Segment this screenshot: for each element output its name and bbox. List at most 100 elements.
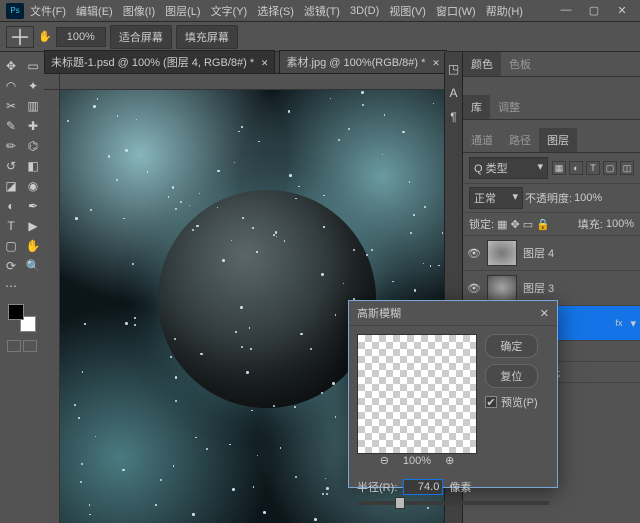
preview-checkbox[interactable]: ✔ 预览(P) [485,394,538,410]
star [84,323,86,325]
fill-value[interactable]: 100% [606,218,634,230]
lock-all-icon[interactable]: 🔒 [536,218,550,231]
move-tool[interactable]: ✥ [0,56,22,76]
doc-tab-label: 素材.jpg @ 100%(RGB/8#) * [286,57,425,69]
dodge-tool[interactable]: ◐ [0,196,22,216]
maximize-button[interactable]: ▢ [580,0,608,20]
blend-mode-select[interactable]: 正常▾ [469,187,523,209]
lock-artboard-icon[interactable]: ▭ [523,218,533,231]
current-tool-icon[interactable] [6,26,34,48]
layer-thumbnail[interactable] [487,240,517,266]
menu-layer[interactable]: 图层(L) [165,3,200,19]
filter-adjust-icon[interactable]: ◐ [569,161,583,175]
ruler-horizontal[interactable] [60,74,462,90]
fit-screen-button[interactable]: 适合屏幕 [110,25,172,49]
tab-layers[interactable]: 图层 [539,128,577,152]
menu-window[interactable]: 窗口(W) [436,3,476,19]
tab-channels[interactable]: 通道 [463,128,501,152]
opacity-value[interactable]: 100% [574,192,602,204]
type-tool[interactable]: T [0,216,22,236]
menu-view[interactable]: 视图(V) [389,3,426,19]
ruler-vertical[interactable] [44,90,60,523]
star [175,208,177,210]
radius-input[interactable]: 74.0 [403,479,443,495]
chevron-down-icon: ▾ [537,160,543,176]
rotate-tool[interactable]: ⟳ [0,256,22,276]
menu-select[interactable]: 选择(S) [257,3,294,19]
filter-shape-icon[interactable]: ▢ [603,161,617,175]
filter-type-icon[interactable]: T [586,161,600,175]
zoom-tool[interactable]: 🔍 [22,256,44,276]
tab-adjustments[interactable]: 调整 [490,95,528,119]
layer-item[interactable]: 👁 图层 4 [463,236,640,271]
crop-tool[interactable]: ✂ [0,96,22,116]
quick-select-tool[interactable]: ✦ [22,76,44,96]
fx-badge[interactable]: fx [615,318,622,328]
dialog-titlebar[interactable]: 高斯模糊 ✕ [349,301,557,326]
lock-pixels-icon[interactable]: ▦ [497,218,507,231]
menu-file[interactable]: 文件(F) [30,3,66,19]
menu-edit[interactable]: 编辑(E) [76,3,113,19]
filter-image-icon[interactable]: ▦ [552,161,566,175]
star [300,333,303,336]
close-icon[interactable]: ✕ [432,58,440,68]
more-tools[interactable]: ⋯ [0,276,22,296]
radius-slider[interactable] [357,501,549,505]
blend-opacity-row: 正常▾ 不透明度: 100% [463,184,640,213]
fill-screen-button[interactable]: 填充屏幕 [176,25,238,49]
close-button[interactable]: ✕ [608,0,636,20]
menu-3d[interactable]: 3D(D) [350,5,379,17]
menu-help[interactable]: 帮助(H) [486,3,523,19]
menu-image[interactable]: 图像(I) [123,3,155,19]
eraser-tool[interactable]: ◧ [22,156,44,176]
lock-position-icon[interactable]: ✥ [510,218,519,231]
frame-tool[interactable]: ▥ [22,96,44,116]
star [134,317,136,319]
tab-paths[interactable]: 路径 [501,128,539,152]
lasso-tool[interactable]: ◠ [0,76,22,96]
menu-type[interactable]: 文字(Y) [211,3,248,19]
slider-thumb[interactable] [395,497,405,509]
close-icon[interactable]: ✕ [540,307,549,320]
menu-filter[interactable]: 滤镜(T) [304,3,340,19]
tab-swatches[interactable]: 色板 [501,52,539,76]
reset-button[interactable]: 复位 [485,364,538,388]
eyedropper-tool[interactable]: ✎ [0,116,22,136]
tab-libraries[interactable]: 库 [463,95,490,119]
layer-name[interactable]: 图层 4 [523,245,636,261]
hand-tool[interactable]: ✋ [22,236,44,256]
gradient-tool[interactable]: ◪ [0,176,22,196]
spot-heal-tool[interactable]: ✚ [22,116,44,136]
layer-name[interactable]: 图层 3 [523,280,636,296]
history-brush-tool[interactable]: ↺ [0,156,22,176]
layer-thumbnail[interactable] [487,275,517,301]
ok-button[interactable]: 确定 [485,334,538,358]
quick-mask-toggle[interactable] [0,340,44,352]
visibility-toggle[interactable]: 👁 [467,282,481,295]
zoom-out-icon[interactable]: ⊖ [380,454,389,467]
clone-stamp-tool[interactable]: ⌬ [22,136,44,156]
doc-tab-active[interactable]: 未标题-1.psd @ 100% (图层 4, RGB/8#) * ✕ [44,50,275,73]
blur-preview[interactable] [357,334,477,454]
brush-tool[interactable]: ✏ [0,136,22,156]
fg-bg-swatches[interactable] [0,300,44,336]
minimize-button[interactable]: — [552,0,580,20]
tab-color[interactable]: 颜色 [463,52,501,76]
marquee-tool[interactable]: ▭ [22,56,44,76]
history-panel-icon[interactable]: ◳ [448,62,459,76]
visibility-toggle[interactable]: 👁 [467,247,481,260]
rectangle-tool[interactable]: ▢ [0,236,22,256]
zoom-in-icon[interactable]: ⊕ [445,454,454,467]
filter-smart-icon[interactable]: ◫ [620,161,634,175]
zoom-level-input[interactable]: 100% [56,27,106,47]
layer-filter-kind[interactable]: Q 类型▾ [469,157,548,179]
path-select-tool[interactable]: ▶ [22,216,44,236]
close-icon[interactable]: ✕ [261,58,269,68]
blur-tool[interactable]: ◉ [22,176,44,196]
doc-tab-inactive[interactable]: 素材.jpg @ 100%(RGB/8#) * ✕ [279,50,446,73]
type-panel-icon[interactable]: A [449,86,457,100]
pen-tool[interactable]: ✒ [22,196,44,216]
hand-icon[interactable]: ✋ [38,30,52,43]
paragraph-panel-icon[interactable]: ¶ [450,110,456,124]
chevron-down-icon[interactable]: ▾ [630,317,636,330]
